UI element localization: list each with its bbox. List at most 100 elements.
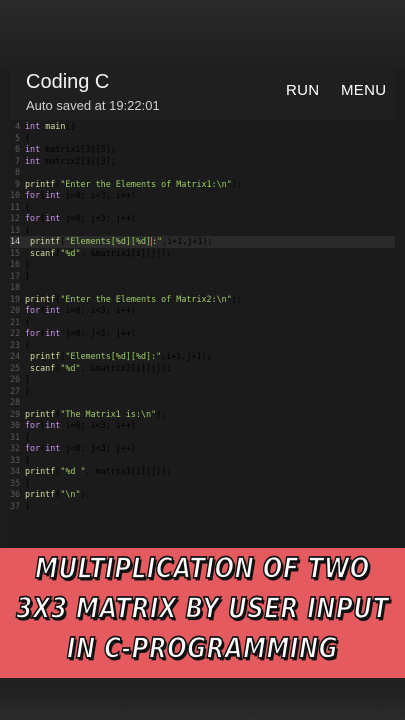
code-line[interactable]: 11 { bbox=[10, 202, 395, 214]
line-number: 24 bbox=[10, 351, 21, 361]
code-line[interactable]: 5{ bbox=[10, 133, 395, 145]
line-number: 14 bbox=[10, 236, 21, 246]
code-text: } bbox=[25, 270, 31, 281]
code-text: } bbox=[25, 385, 31, 396]
line-number: 17 bbox=[10, 270, 21, 281]
line-number: 36 bbox=[10, 489, 21, 499]
code-line[interactable]: 19 printf("Enter the Elements of Matrix2:… bbox=[10, 294, 395, 306]
top-background bbox=[0, 0, 405, 68]
line-number: 20 bbox=[10, 305, 21, 315]
code-line[interactable]: 18 bbox=[10, 282, 395, 294]
line-number: 5 bbox=[14, 132, 20, 143]
line-number: 28 bbox=[10, 397, 21, 407]
code-line[interactable]: 10 for(int i=0; i<3; i++) bbox=[10, 190, 395, 202]
line-number: 25 bbox=[10, 362, 21, 373]
code-text: for(int i=0; i<3; i++) bbox=[25, 190, 136, 200]
code-line[interactable]: 12 for(int j=0; j<3; j++) bbox=[10, 213, 395, 225]
code-line[interactable]: 22 for(int j=0; j<3; j++) bbox=[10, 328, 395, 340]
line-number: 32 bbox=[10, 443, 21, 453]
line-number: 16 bbox=[10, 259, 21, 269]
line-number: 4 bbox=[14, 121, 20, 131]
line-number: 23 bbox=[10, 339, 21, 350]
code-line[interactable]: 32 for(int j=0; j<3; j++) bbox=[10, 443, 395, 455]
title-banner: MULTIPLICATION OF TWO 3X3 MATRIX BY USER… bbox=[0, 548, 405, 678]
code-text: { bbox=[25, 431, 31, 442]
code-line[interactable]: 23 { bbox=[10, 340, 395, 352]
code-line[interactable]: 26} bbox=[10, 374, 395, 386]
code-line[interactable]: 25 scanf("%d", &matrix2[i][j]); bbox=[10, 363, 395, 375]
code-text: int matrix2[3][3]; bbox=[25, 155, 116, 166]
code-line[interactable]: 8 bbox=[10, 167, 395, 179]
line-number: 15 bbox=[10, 247, 21, 258]
app-bar: Coding C Auto saved at 19:22:01 RUN MENU bbox=[10, 68, 395, 120]
bottom-background bbox=[0, 678, 405, 720]
code-text: scanf("%d", &matrix1[i][j]); bbox=[30, 247, 172, 258]
code-line[interactable]: 28 bbox=[10, 397, 395, 409]
code-text: { bbox=[25, 339, 31, 350]
code-line[interactable]: 7 int matrix2[3][3]; bbox=[10, 156, 395, 168]
code-line[interactable]: 16} bbox=[10, 259, 395, 271]
line-number: 31 bbox=[10, 431, 21, 442]
banner-line-2: 3X3 MATRIX BY USER INPUT bbox=[16, 592, 389, 626]
editor-screen: Coding C Auto saved at 19:22:01 RUN MENU… bbox=[10, 68, 395, 548]
code-line[interactable]: 36 printf("\n"); bbox=[10, 489, 395, 501]
code-line[interactable]: 27} bbox=[10, 386, 395, 398]
code-text: for(int j=0; j<3; j++) bbox=[25, 213, 136, 223]
code-text: for(int i=0; i<3; i++) bbox=[25, 420, 136, 430]
code-editor[interactable]: 4 int main() 5{6 int matrix1[3][3]; 7 int mat… bbox=[10, 120, 395, 548]
code-text: scanf("%d", &matrix2[i][j]); bbox=[30, 362, 172, 373]
menu-button[interactable]: MENU bbox=[341, 82, 386, 99]
code-text: } bbox=[25, 500, 31, 511]
line-number: 13 bbox=[10, 224, 21, 235]
code-text: } bbox=[25, 259, 31, 269]
code-text: { bbox=[25, 454, 31, 465]
code-text: printf("%d ", matrix1[i][j]); bbox=[25, 466, 172, 476]
code-text: for(int j=0; j<3; j++) bbox=[25, 328, 136, 338]
code-text: int matrix1[3][3]; bbox=[25, 144, 116, 154]
line-number: 37 bbox=[10, 500, 21, 511]
code-line[interactable]: 13 { bbox=[10, 225, 395, 237]
code-line[interactable]: 34 printf("%d ", matrix1[i][j]); bbox=[10, 466, 395, 478]
code-line[interactable]: 15 scanf("%d", &matrix1[i][j]); bbox=[10, 248, 395, 260]
code-text: { bbox=[25, 316, 31, 327]
code-text: } bbox=[25, 477, 31, 488]
code-text: printf("\n"); bbox=[25, 489, 91, 499]
code-text: } bbox=[25, 374, 31, 384]
code-line[interactable]: 9 printf("Enter the Elements of Matrix1:\… bbox=[10, 179, 395, 191]
line-number: 9 bbox=[14, 178, 20, 189]
line-number: 10 bbox=[10, 190, 21, 200]
line-number: 34 bbox=[10, 466, 21, 476]
banner-line-3: IN C-PROGRAMMING bbox=[66, 632, 339, 666]
text-cursor bbox=[151, 237, 153, 246]
code-text: for(int j=0; j<3; j++) bbox=[25, 443, 136, 453]
line-number: 26 bbox=[10, 374, 21, 384]
line-number: 35 bbox=[10, 477, 21, 488]
code-line[interactable]: 6 int matrix1[3][3]; bbox=[10, 144, 395, 156]
code-text: printf("Enter the Elements of Matrix2:\n… bbox=[25, 293, 242, 304]
banner-line-1: MULTIPLICATION OF TWO bbox=[34, 552, 370, 586]
code-text: for(int i=0; i<3; i++) bbox=[25, 305, 136, 315]
code-text: int main() bbox=[25, 121, 76, 131]
code-line[interactable]: 29 printf("The Matrix1 is:\n"); bbox=[10, 409, 395, 421]
code-line[interactable]: 21 { bbox=[10, 317, 395, 329]
code-line[interactable]: 35} bbox=[10, 478, 395, 490]
run-button[interactable]: RUN bbox=[286, 82, 319, 99]
line-number: 8 bbox=[14, 167, 20, 177]
code-line[interactable]: 17} bbox=[10, 271, 395, 283]
line-number: 22 bbox=[10, 328, 21, 338]
code-text: printf("The Matrix1 is:\n"); bbox=[25, 408, 167, 419]
code-line[interactable]: 31 { bbox=[10, 432, 395, 444]
code-line[interactable]: 4 int main() bbox=[10, 121, 395, 133]
code-text: { bbox=[25, 224, 31, 235]
line-number: 6 bbox=[14, 144, 20, 154]
code-text: { bbox=[25, 201, 31, 212]
code-text: printf("Enter the Elements of Matrix1:\n… bbox=[25, 178, 242, 189]
line-number: 7 bbox=[14, 155, 20, 166]
code-line[interactable]: 20 for(int i=0; i<3; i++) bbox=[10, 305, 395, 317]
code-line[interactable]: 14 printf("Elements[%d][%d]:",i+1,j+1); bbox=[10, 236, 395, 248]
line-number: 27 bbox=[10, 385, 21, 396]
code-line[interactable]: 37} bbox=[10, 501, 395, 513]
code-line[interactable]: 33 { bbox=[10, 455, 395, 467]
code-line[interactable]: 30 for(int i=0; i<3; i++) bbox=[10, 420, 395, 432]
code-line[interactable]: 24 printf("Elements[%d][%d]:",i+1,j+1); bbox=[10, 351, 395, 363]
